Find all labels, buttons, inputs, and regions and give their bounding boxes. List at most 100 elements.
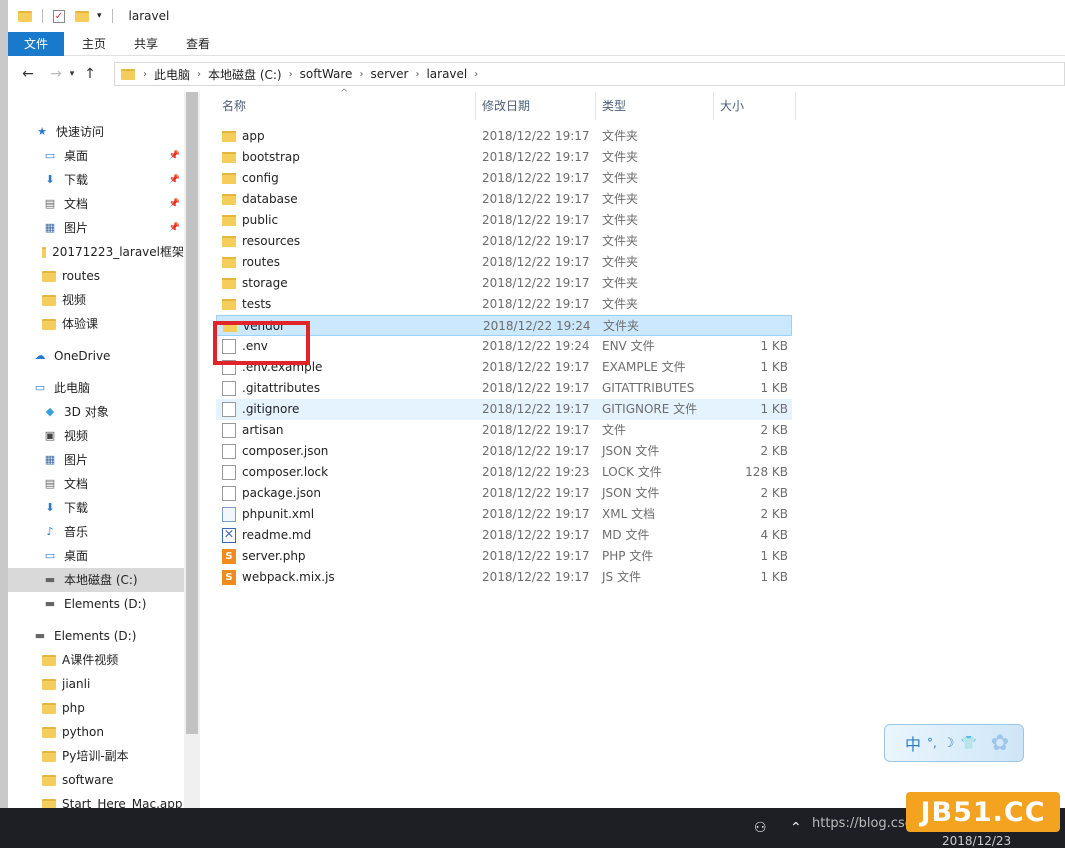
new-folder-icon[interactable] <box>75 10 89 22</box>
chevron-right-icon[interactable]: › <box>197 69 201 80</box>
forward-icon[interactable]: → <box>46 66 66 82</box>
column-header-type[interactable]: 类型 <box>596 92 714 120</box>
sidebar-item-label: 下载 <box>64 173 89 187</box>
file-row[interactable]: composer.lock 2018/12/22 19:23 LOCK 文件 128 … <box>216 462 792 483</box>
sidebar-item-label: 本地磁盘 (C:) <box>64 573 138 587</box>
file-row[interactable]: resources 2018/12/22 19:17 文件夹 <box>216 231 792 252</box>
properties-icon[interactable]: ✓ <box>53 9 65 23</box>
sidebar-item[interactable]: ▤ 文档 <box>8 472 184 496</box>
sidebar-item[interactable]: ▭ 桌面 📌 <box>8 144 184 168</box>
file-row[interactable]: package.json 2018/12/22 19:17 JSON 文件 2 KB <box>216 483 792 504</box>
sidebar-item[interactable]: 20171223_laravel框架 <box>8 240 184 264</box>
folder-icon <box>222 215 236 226</box>
chevron-right-icon[interactable]: › <box>474 69 478 80</box>
file-row[interactable]: phpunit.xml 2018/12/22 19:17 XML 文档 2 KB <box>216 504 792 525</box>
breadcrumb-software[interactable]: softWare <box>300 67 353 81</box>
sidebar-item[interactable]: routes <box>8 264 184 288</box>
recent-locations-icon[interactable]: ▾ <box>66 69 78 79</box>
tab-home[interactable]: 主页 <box>68 32 120 56</box>
customize-toolbar-icon[interactable]: ▾ <box>97 11 102 21</box>
skin-icon[interactable]: 👕 <box>961 736 977 751</box>
address-bar[interactable]: › 此电脑 › 本地磁盘 (C:) › softWare › server › … <box>114 62 1065 86</box>
sidebar-item[interactable]: ☁ OneDrive <box>8 344 184 368</box>
file-name: phpunit.xml <box>242 507 315 521</box>
sidebar-item[interactable]: ▬ Elements (D:) <box>8 624 184 648</box>
pin-icon[interactable]: 📌 <box>169 168 180 192</box>
file-row[interactable]: public 2018/12/22 19:17 文件夹 <box>216 210 792 231</box>
pin-icon[interactable]: 📌 <box>169 216 180 240</box>
file-row[interactable]: composer.json 2018/12/22 19:17 JSON 文件 2 KB <box>216 441 792 462</box>
sidebar-item[interactable]: 体验课 <box>8 312 184 336</box>
file-row[interactable]: ⨉ readme.md 2018/12/22 19:17 MD 文件 4 KB <box>216 525 792 546</box>
file-date: 2018/12/22 19:17 <box>482 528 590 542</box>
navigation-pane-scrollbar[interactable] <box>184 92 200 808</box>
file-row[interactable]: config 2018/12/22 19:17 文件夹 <box>216 168 792 189</box>
sidebar-item[interactable]: software <box>8 768 184 792</box>
ime-language[interactable]: 中 <box>905 731 921 755</box>
scrollbar-thumb[interactable] <box>186 92 198 734</box>
breadcrumb-laravel[interactable]: laravel <box>426 67 467 81</box>
cube-icon: ◆ <box>45 405 55 418</box>
sidebar-item[interactable]: Py培训-副本 <box>8 744 184 768</box>
chevron-right-icon[interactable]: › <box>359 69 363 80</box>
file-row[interactable]: .gitignore 2018/12/22 19:17 GITIGNORE 文件 1 … <box>216 399 792 420</box>
sidebar-item-label: 音乐 <box>64 525 89 539</box>
sidebar-item[interactable]: ⬇ 下载 <box>8 496 184 520</box>
sidebar-item[interactable]: ★ 快速访问 <box>8 120 184 144</box>
punctuation-icon[interactable]: °, <box>927 736 937 750</box>
sidebar-item-label: routes <box>62 269 100 283</box>
folder-icon <box>121 68 135 80</box>
column-header-name[interactable]: 名称 <box>216 92 476 120</box>
moon-icon[interactable]: ☽ <box>943 736 955 751</box>
file-row[interactable]: bootstrap 2018/12/22 19:17 文件夹 <box>216 147 792 168</box>
folder-icon <box>222 257 236 268</box>
sidebar-item[interactable]: ▦ 图片 📌 <box>8 216 184 240</box>
breadcrumb-local-disk[interactable]: 本地磁盘 (C:) <box>208 66 282 83</box>
sidebar-item[interactable]: ▤ 文档 📌 <box>8 192 184 216</box>
picture-icon: ▦ <box>44 221 56 234</box>
tab-file[interactable]: 文件 <box>8 32 64 56</box>
tab-share[interactable]: 共享 <box>120 32 172 56</box>
file-row[interactable]: tests 2018/12/22 19:17 文件夹 <box>216 294 792 315</box>
sidebar-item[interactable]: ▭ 桌面 <box>8 544 184 568</box>
tab-view[interactable]: 查看 <box>172 32 224 56</box>
file-row[interactable]: app 2018/12/22 19:17 文件夹 <box>216 126 792 147</box>
file-row[interactable]: artisan 2018/12/22 19:17 文件 2 KB <box>216 420 792 441</box>
chevron-up-icon[interactable]: ⌃ <box>790 820 802 836</box>
ime-toolbar[interactable]: 中 °, ☽ 👕 ✿ <box>884 724 1024 762</box>
chevron-right-icon[interactable]: › <box>289 69 293 80</box>
clock-date[interactable]: 2018/12/23 <box>942 834 1011 848</box>
sidebar-item[interactable]: A课件视频 <box>8 648 184 672</box>
sidebar-item[interactable]: 视频 <box>8 288 184 312</box>
chevron-right-icon[interactable]: › <box>143 69 147 80</box>
people-icon[interactable]: ⚇ <box>754 820 767 836</box>
file-row[interactable]: storage 2018/12/22 19:17 文件夹 <box>216 273 792 294</box>
sidebar-item[interactable]: php <box>8 696 184 720</box>
file-row[interactable]: Sserver.php 2018/12/22 19:17 PHP 文件 1 KB <box>216 546 792 567</box>
breadcrumb-server[interactable]: server <box>370 67 408 81</box>
sidebar-item[interactable]: ▬ Elements (D:) <box>8 592 184 616</box>
back-icon[interactable]: ← <box>18 66 38 82</box>
column-header-date[interactable]: 修改日期 <box>476 92 596 120</box>
file-row[interactable]: database 2018/12/22 19:17 文件夹 <box>216 189 792 210</box>
pin-icon[interactable]: 📌 <box>169 144 180 168</box>
sidebar-item[interactable]: ▦ 图片 <box>8 448 184 472</box>
sidebar-item[interactable]: ♪ 音乐 <box>8 520 184 544</box>
sidebar-item[interactable]: ▣ 视频 <box>8 424 184 448</box>
sidebar-item[interactable]: ▭ 此电脑 <box>8 376 184 400</box>
up-icon[interactable]: ↑ <box>80 66 100 82</box>
sidebar-item[interactable]: ▬ 本地磁盘 (C:) <box>8 568 184 592</box>
sidebar-item[interactable]: python <box>8 720 184 744</box>
column-header-size[interactable]: 大小 <box>714 92 796 120</box>
file-row[interactable]: routes 2018/12/22 19:17 文件夹 <box>216 252 792 273</box>
sidebar-item[interactable]: Start_Here_Mac.app <box>8 792 184 808</box>
chevron-right-icon[interactable]: › <box>415 69 419 80</box>
sidebar-item[interactable]: jianli <box>8 672 184 696</box>
pin-icon[interactable]: 📌 <box>169 192 180 216</box>
breadcrumb-this-pc[interactable]: 此电脑 <box>154 66 190 83</box>
file-row[interactable]: .gitattributes 2018/12/22 19:17 GITATTRIBU… <box>216 378 792 399</box>
sidebar-item-label: 视频 <box>62 293 87 307</box>
file-row[interactable]: Swebpack.mix.js 2018/12/22 19:17 JS 文件 1 KB <box>216 567 792 588</box>
sidebar-item[interactable]: ⬇ 下载 📌 <box>8 168 184 192</box>
sidebar-item[interactable]: ◆ 3D 对象 <box>8 400 184 424</box>
